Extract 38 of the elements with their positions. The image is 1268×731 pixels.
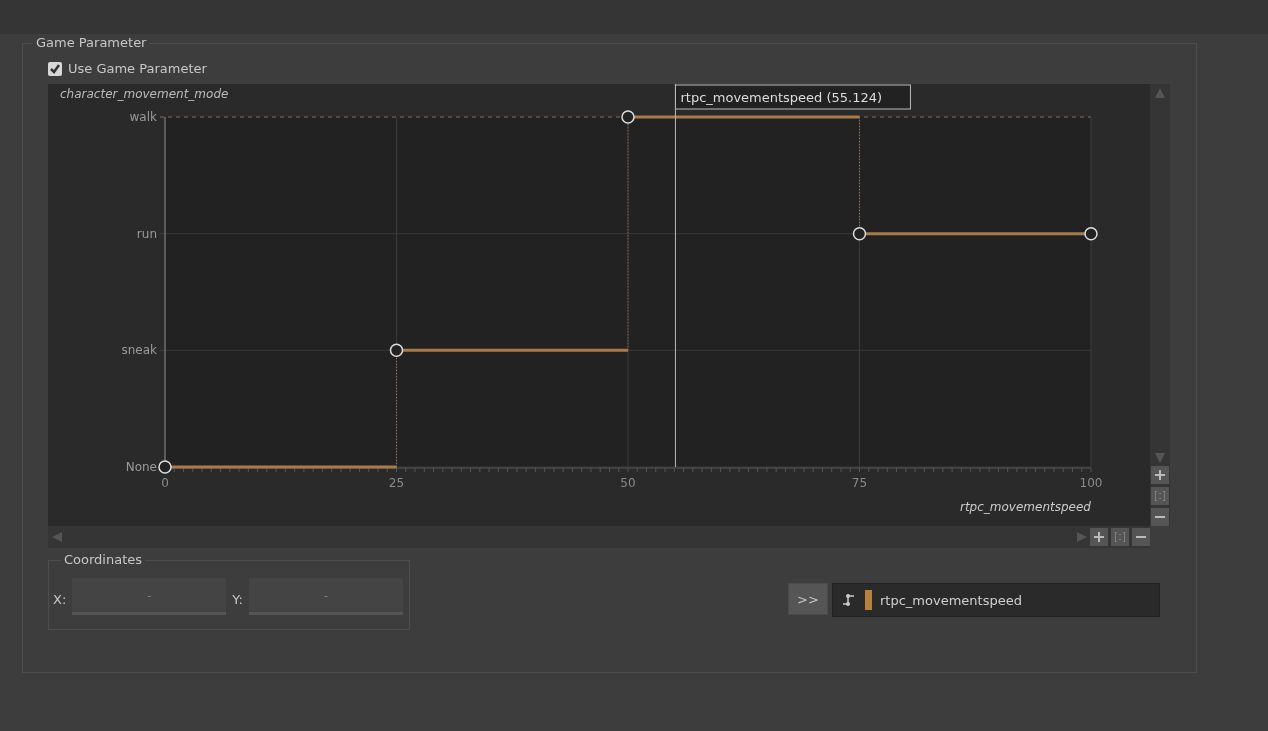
zoom-out-button[interactable] [1132, 528, 1150, 546]
vertical-scrollbar[interactable] [1150, 84, 1170, 526]
curve-point[interactable] [389, 343, 404, 358]
zoom-in-button[interactable] [1090, 528, 1108, 546]
x-axis-title: rtpc_movementspeed [960, 500, 1091, 514]
y-tick-label: walk [129, 110, 157, 124]
group-title: Game Parameter [33, 35, 150, 50]
horizontal-scrollbar[interactable] [48, 526, 1150, 548]
y-axis-title: character_movement_mode [60, 87, 229, 101]
parameter-name: rtpc_movementspeed [880, 592, 1022, 608]
fit-icon [1115, 532, 1125, 542]
fit-icon [1155, 491, 1165, 501]
x-label: X: [53, 592, 67, 607]
x-tick-label: 75 [851, 476, 868, 490]
y-tick-label: run [136, 226, 157, 241]
cursor-label: rtpc_movementspeed (55.124) [680, 90, 883, 105]
checkbox-label[interactable]: Use Game Parameter [68, 61, 207, 76]
curve-point[interactable] [852, 226, 867, 241]
zoom-in-button[interactable] [1151, 466, 1169, 484]
zoom-in-icon [1155, 470, 1165, 480]
curve-point[interactable] [1084, 226, 1098, 241]
coordinates-title: Coordinates [61, 552, 146, 567]
zoom-out-button[interactable] [1151, 508, 1169, 526]
x-tick-label: 25 [388, 476, 405, 490]
curve-point[interactable] [158, 460, 172, 474]
y-tick-label: None [125, 460, 157, 474]
expand-button[interactable]: >> [788, 583, 828, 615]
curve-node-icon [843, 593, 857, 607]
x-tick-label: 50 [620, 476, 636, 490]
curve-point[interactable] [621, 110, 635, 124]
x-tick-label: 0 [161, 476, 169, 490]
checkbox[interactable] [48, 61, 62, 76]
curve-graph[interactable]: walk run sneak None 0 25 50 75 100 character_movement_mode rtpc_movementspeed rtpc_movementspeed (55.124) [48, 84, 1150, 526]
y-tick-label: sneak [121, 343, 157, 358]
y-label: Y: [232, 592, 243, 607]
parameter-field[interactable]: rtpc_movementspeed [832, 583, 1160, 617]
zoom-in-icon [1094, 532, 1104, 542]
x-tick-label: 100 [1079, 476, 1103, 490]
